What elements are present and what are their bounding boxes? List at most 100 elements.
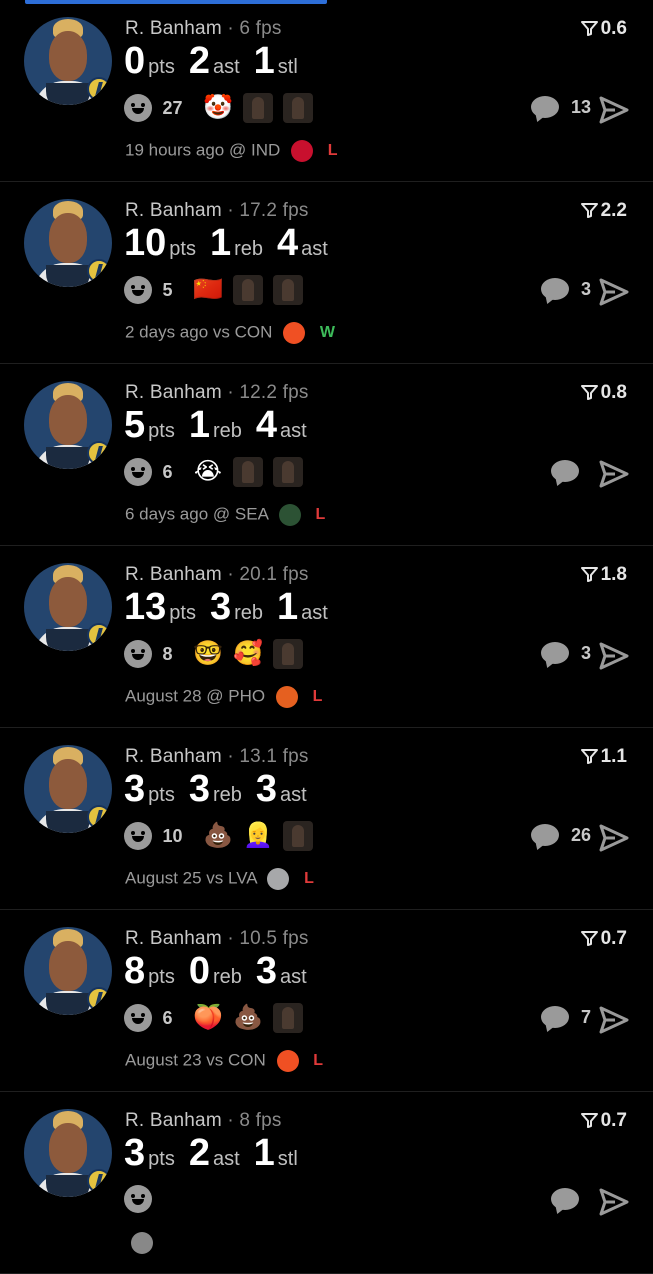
game-venue: @ PHO <box>206 686 266 706</box>
filter-icon <box>580 1110 601 1131</box>
comment-button[interactable] <box>550 460 591 490</box>
comment-button[interactable]: 3 <box>540 278 591 308</box>
player-header: R. Banham · 20.1 fps <box>125 564 309 585</box>
rating-score[interactable]: 1.8 <box>580 564 627 586</box>
player-header: R. Banham · 12.2 fps <box>125 382 309 403</box>
reaction-image-thumb[interactable] <box>272 1003 303 1033</box>
stat-unit: stl <box>277 1148 298 1170</box>
share-button[interactable] <box>599 1188 629 1216</box>
smiley-icon[interactable] <box>124 1185 152 1213</box>
reaction-emoji[interactable]: 😭 <box>193 457 223 487</box>
game-card[interactable]: R. Banham · 8 fps 0.7 3 pts 2 ast 1 stl <box>0 1092 653 1274</box>
stat-line: 8 pts 0 reb 3 ast <box>124 950 321 993</box>
smiley-icon[interactable] <box>124 94 152 122</box>
reaction-count: 6 <box>162 461 173 482</box>
reaction-image-thumb[interactable] <box>272 275 303 305</box>
filter-icon <box>580 18 601 39</box>
player-avatar[interactable] <box>24 199 112 287</box>
reaction-image-thumb[interactable] <box>232 275 263 305</box>
player-avatar[interactable] <box>24 381 112 469</box>
player-name[interactable]: R. Banham <box>125 382 222 403</box>
stat-value: 3 <box>188 768 210 810</box>
smiley-icon[interactable] <box>124 640 152 668</box>
stat-value: 4 <box>255 404 278 446</box>
player-name[interactable]: R. Banham <box>125 200 222 221</box>
reaction-image-thumb[interactable] <box>282 93 313 123</box>
player-name[interactable]: R. Banham <box>125 564 222 585</box>
player-avatar[interactable] <box>24 563 112 651</box>
stat-pts: 0 pts <box>124 40 175 83</box>
rating-value: 0.7 <box>600 1110 627 1131</box>
player-name[interactable]: R. Banham <box>125 928 222 949</box>
rating-score[interactable]: 0.6 <box>580 18 627 40</box>
rating-score[interactable]: 0.7 <box>580 1110 627 1132</box>
fantasy-points: 8 fps <box>239 1110 282 1131</box>
stat-reb: 3 reb <box>189 768 242 811</box>
reaction-image-thumb[interactable] <box>272 639 303 669</box>
reaction-image-thumb[interactable] <box>232 457 263 487</box>
smiley-icon[interactable] <box>124 458 152 486</box>
reaction-emoji[interactable]: 🥰 <box>233 639 263 669</box>
filter-icon <box>580 746 601 767</box>
comment-button[interactable]: 13 <box>530 96 591 126</box>
comment-bubble-icon <box>550 1188 579 1210</box>
game-meta: 2 days ago vs CON W <box>125 322 335 344</box>
player-header: R. Banham · 6 fps <box>125 18 282 39</box>
reaction-emoji[interactable]: 🇨🇳 <box>193 275 223 305</box>
reaction-emoji[interactable]: 🤓 <box>193 639 223 669</box>
game-result: L <box>304 870 314 887</box>
player-name[interactable]: R. Banham <box>125 1110 222 1131</box>
reaction-emoji[interactable]: 💩 <box>203 821 233 851</box>
smiley-icon[interactable] <box>124 822 152 850</box>
team-logo-icon <box>87 805 111 829</box>
game-card[interactable]: R. Banham · 17.2 fps 2.2 10 pts 1 reb 4 ast 5… <box>0 182 653 364</box>
reaction-emoji[interactable]: 🤡 <box>203 93 233 123</box>
share-button[interactable] <box>599 642 629 670</box>
reaction-image-thumb[interactable] <box>282 821 313 851</box>
reaction-emoji[interactable]: 💩 <box>233 1003 263 1033</box>
reaction-emoji[interactable]: 🍑 <box>193 1003 223 1033</box>
game-venue: @ SEA <box>212 504 268 524</box>
stat-unit: ast <box>280 966 307 988</box>
player-name[interactable]: R. Banham <box>125 18 222 39</box>
player-avatar[interactable] <box>24 1109 112 1197</box>
game-card[interactable]: R. Banham · 10.5 fps 0.7 8 pts 0 reb 3 ast 6 … <box>0 910 653 1092</box>
stat-reb: 1 reb <box>210 222 263 265</box>
comment-count: 7 <box>580 1006 591 1027</box>
stat-ast: 3 ast <box>256 950 307 993</box>
comment-button[interactable]: 7 <box>540 1006 591 1036</box>
game-card[interactable]: R. Banham · 20.1 fps 1.8 13 pts 3 reb 1 ast 8… <box>0 546 653 728</box>
reaction-emoji[interactable]: 👱‍♀️ <box>243 821 273 851</box>
share-button[interactable] <box>599 278 629 306</box>
rating-score[interactable]: 1.1 <box>580 746 627 768</box>
reaction-image-thumb[interactable] <box>242 93 273 123</box>
reactions-row <box>124 1185 178 1217</box>
team-logo-icon <box>87 441 111 465</box>
reaction-image-thumb[interactable] <box>272 457 303 487</box>
comment-button[interactable]: 26 <box>530 824 591 854</box>
game-card[interactable]: R. Banham · 6 fps 0.6 0 pts 2 ast 1 stl 27 🤡 … <box>0 0 653 182</box>
rating-score[interactable]: 0.8 <box>580 382 627 404</box>
player-avatar[interactable] <box>24 927 112 1015</box>
stat-unit: pts <box>169 602 196 624</box>
smiley-icon[interactable] <box>124 1004 152 1032</box>
game-card[interactable]: R. Banham · 13.1 fps 1.1 3 pts 3 reb 3 ast 10… <box>0 728 653 910</box>
share-button[interactable] <box>599 460 629 488</box>
game-card[interactable]: R. Banham · 12.2 fps 0.8 5 pts 1 reb 4 ast 6 … <box>0 364 653 546</box>
smiley-icon[interactable] <box>124 276 152 304</box>
rating-score[interactable]: 0.7 <box>580 928 627 950</box>
reactions-row: 8 🤓 🥰 <box>124 639 313 671</box>
rating-score[interactable]: 2.2 <box>580 200 627 222</box>
player-header: R. Banham · 10.5 fps <box>125 928 309 949</box>
share-button[interactable] <box>599 96 629 124</box>
share-button[interactable] <box>599 1006 629 1034</box>
player-name[interactable]: R. Banham <box>125 746 222 767</box>
comment-button[interactable]: 3 <box>540 642 591 672</box>
comment-button[interactable] <box>550 1188 591 1218</box>
stat-value: 4 <box>277 222 299 264</box>
reactions-row: 6 🍑 💩 <box>124 1003 313 1035</box>
player-avatar[interactable] <box>24 745 112 833</box>
game-venue: vs CON <box>212 322 273 342</box>
share-button[interactable] <box>599 824 629 852</box>
player-avatar[interactable] <box>24 17 112 105</box>
